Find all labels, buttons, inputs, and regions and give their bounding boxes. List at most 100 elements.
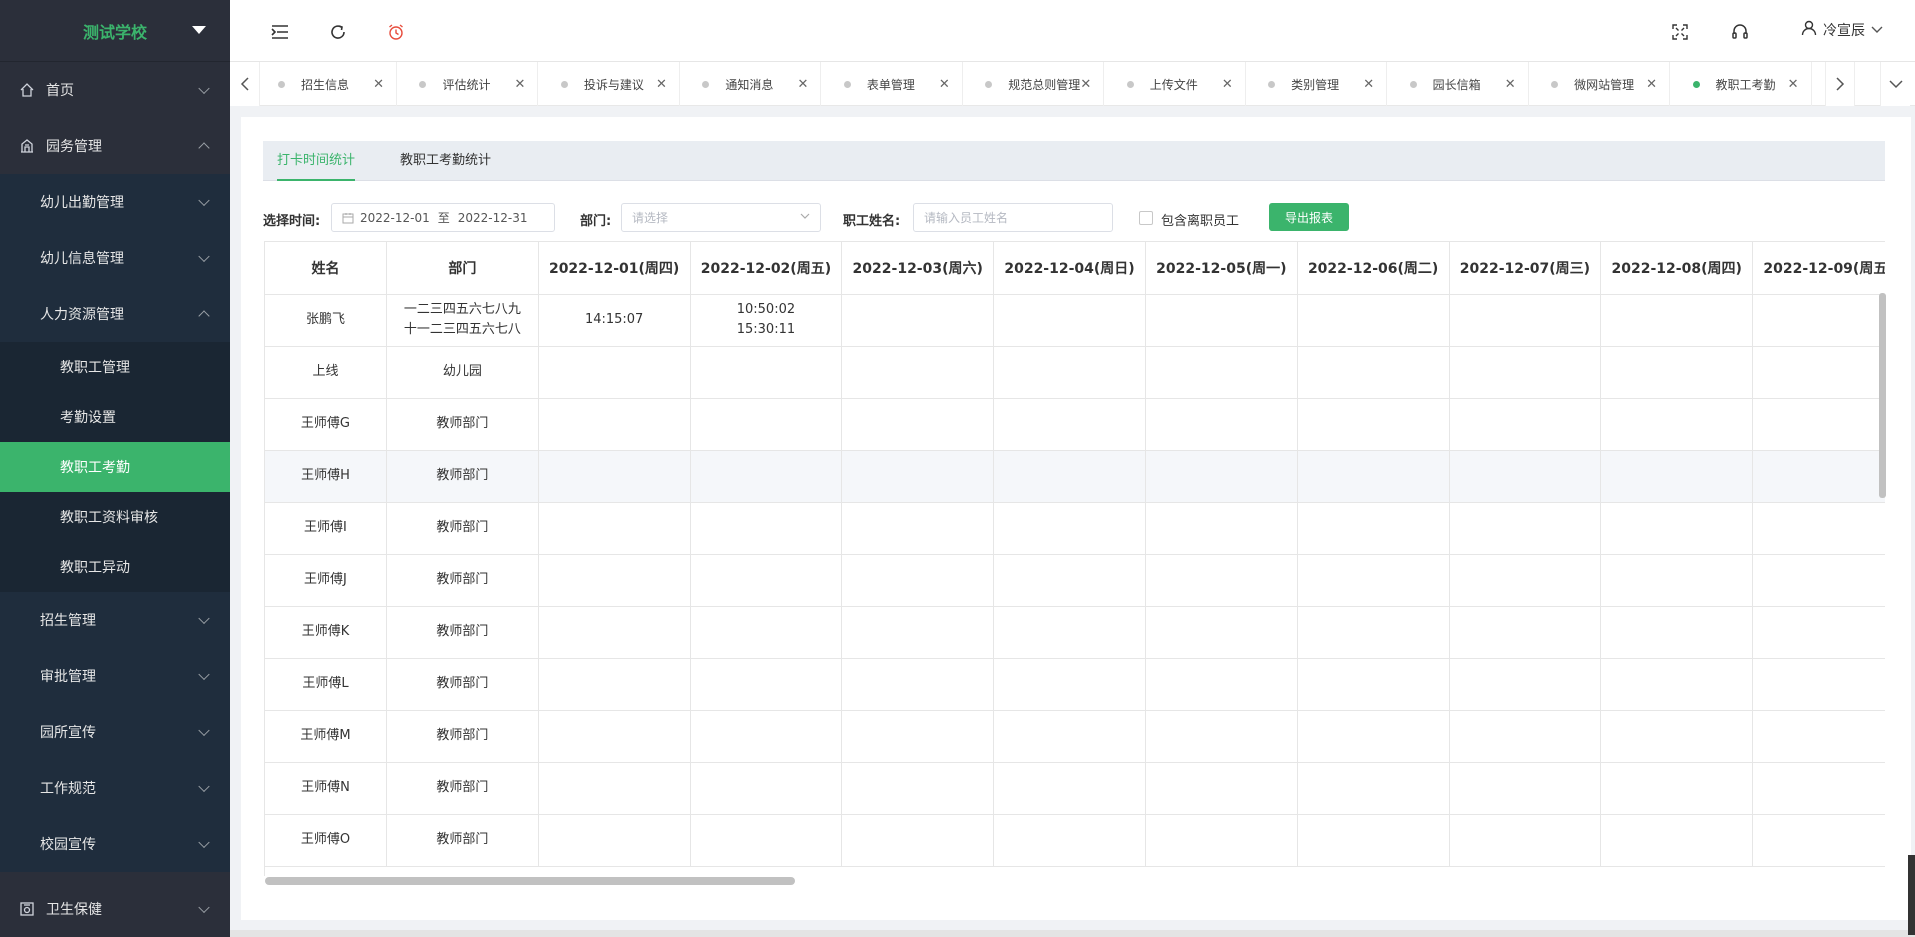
sidebar-item-child-info[interactable]: 幼儿信息管理 [0,230,230,286]
sidebar-item-staff-management[interactable]: 教职工管理 [0,342,230,392]
tab-label: 规范总则管理 [1008,77,1081,92]
sidebar-bottom: 卫生保健 [0,881,230,937]
sidebar-item-label: 审批管理 [40,669,96,685]
close-icon[interactable]: ✕ [373,77,384,92]
tab-enrollment-info[interactable]: 招生信息 ✕ [260,62,397,106]
sidebar-item-hr-management[interactable]: 人力资源管理 [0,286,230,342]
column-header: 2022-12-04(周日) [993,242,1146,295]
user-menu[interactable]: 冷宣辰 [1801,20,1883,40]
tab-label: 评估统计 [442,77,491,92]
tab-scroll-left-icon[interactable] [230,62,260,106]
tab-strip: 招生信息 ✕ 评估统计 ✕ 投诉与建议 ✕ 通知消息 ✕ 表单管理 ✕ 规范总则管理 ✕ 上… [230,62,1915,106]
cell-line: 一二三四五六七八九 [403,302,521,317]
tab-staff-attendance[interactable]: 教职工考勤 ✕ [1675,62,1812,106]
cell-punch-time [1145,762,1298,815]
tab-dot [985,80,993,88]
export-report-button[interactable]: 导出报表 [1269,203,1349,231]
sidebar-item-attendance-settings[interactable]: 考勤设置 [0,392,230,442]
tab-director-mailbox[interactable]: 园长信箱 ✕ [1392,62,1529,106]
tab-regulations[interactable]: 规范总则管理 ✕ [967,62,1105,106]
alarm-icon[interactable] [386,22,406,42]
cell-punch-time [1752,658,1885,711]
sidebar-item-staff-change[interactable]: 教职工异动 [0,542,230,592]
include-resigned-checkbox[interactable] [1139,211,1153,225]
cell-punch-time [1449,814,1602,867]
sidebar-item-campus-promo[interactable]: 校园宣传 [0,816,230,872]
sidebar-item-campus-management[interactable]: 园务管理 [0,118,230,174]
sidebar-item-approval[interactable]: 审批管理 [0,648,230,704]
department-select[interactable]: 请选择 [621,203,821,232]
cell-punch-time [1145,294,1298,347]
close-icon[interactable]: ✕ [1788,77,1799,92]
refresh-icon[interactable] [328,22,348,42]
cell-name: 王师傅H [265,450,387,503]
cell-punch-time [1145,606,1298,659]
cell-punch-time [690,762,843,815]
cell-punch-time [841,710,995,763]
column-header: 姓名 [265,242,387,295]
staff-name-input[interactable]: 请输入员工姓名 [913,203,1113,232]
cell-department: 教师部门 [386,762,539,815]
cell-punch-time [1297,398,1450,451]
cell-department: 一二三四五六七八九 十一二三四五六七八 [386,294,539,347]
date-range-picker[interactable]: 2022-12-01 至 2022-12-31 [331,203,555,232]
close-icon[interactable]: ✕ [515,77,526,92]
tab-evaluation-stats[interactable]: 评估统计 ✕ [401,62,539,106]
close-icon[interactable]: ✕ [939,77,950,92]
sidebar-item-health[interactable]: 卫生保健 [0,881,230,937]
cell-punch-time [1297,450,1450,503]
filter-bar: 选择时间: 2022-12-01 至 2022-12-31 部门: 请选择 职工… [263,203,1885,233]
page-scrollbar[interactable] [1908,855,1915,935]
cell-punch-time [1145,554,1298,607]
tab-notifications[interactable]: 通知消息 ✕ [684,62,822,106]
fullscreen-icon[interactable] [1670,22,1690,42]
close-icon[interactable]: ✕ [1080,77,1091,92]
tab-microsite[interactable]: 微网站管理 ✕ [1533,62,1671,106]
table-row: 王师傅H 教师部门 [265,450,1885,503]
cell-punch-time [1145,710,1298,763]
cell-punch-time [1752,294,1885,347]
sidebar-item-enrollment[interactable]: 招生管理 [0,592,230,648]
sidebar-item-work-standards[interactable]: 工作规范 [0,760,230,816]
close-icon[interactable]: ✕ [1363,77,1374,92]
cell-punch-time [993,710,1146,763]
tab-dot [1692,80,1700,88]
cell-department: 教师部门 [386,606,539,659]
cell-punch-time [1752,814,1885,867]
cell-punch-time [1145,450,1298,503]
sidebar-item-staff-attendance[interactable]: 教职工考勤 [0,442,230,492]
date-start: 2022-12-01 [360,210,430,225]
chevron-down-icon [198,836,210,849]
chevron-down-icon [198,724,210,737]
tab-scroll-right-icon[interactable] [1825,62,1855,106]
tab-forms[interactable]: 表单管理 ✕ [826,62,963,106]
table-horizontal-scrollbar[interactable] [265,877,795,885]
sidebar-item-promotion[interactable]: 园所宣传 [0,704,230,760]
top-header: 冷宣辰 [230,0,1915,62]
tab-upload-files[interactable]: 上传文件 ✕ [1109,62,1246,106]
close-icon[interactable]: ✕ [1222,77,1233,92]
close-icon[interactable]: ✕ [797,77,808,92]
tab-categories[interactable]: 类别管理 ✕ [1250,62,1388,106]
tab-complaints[interactable]: 投诉与建议 ✕ [543,62,680,106]
tab-dot [1268,80,1276,88]
close-icon[interactable]: ✕ [656,77,667,92]
menu-toggle-icon[interactable] [270,22,290,42]
school-dropdown-icon[interactable] [192,26,206,34]
sidebar-item-child-attendance[interactable]: 幼儿出勤管理 [0,174,230,230]
cell-punch-time [538,450,691,503]
cell-punch-time [1752,502,1885,555]
sidebar-item-label: 招生管理 [40,613,96,629]
cell-department: 教师部门 [386,554,539,607]
headset-icon[interactable] [1730,22,1750,42]
close-icon[interactable]: ✕ [1505,77,1516,92]
tab-dropdown-icon[interactable] [1880,62,1910,106]
table-vertical-scrollbar[interactable] [1879,293,1886,498]
close-icon[interactable]: ✕ [1646,77,1657,92]
tab-punch-time-stats[interactable]: 打卡时间统计 [277,141,356,181]
sidebar-item-home[interactable]: 首页 [0,62,230,118]
sidebar-item-staff-review[interactable]: 教职工资料审核 [0,492,230,542]
cell-punch-time [841,450,995,503]
tab-attendance-stats[interactable]: 教职工考勤统计 [400,141,491,181]
sidebar-submenu-hr: 教职工管理 考勤设置 教职工考勤 教职工资料审核 教职工异动 [0,342,230,592]
